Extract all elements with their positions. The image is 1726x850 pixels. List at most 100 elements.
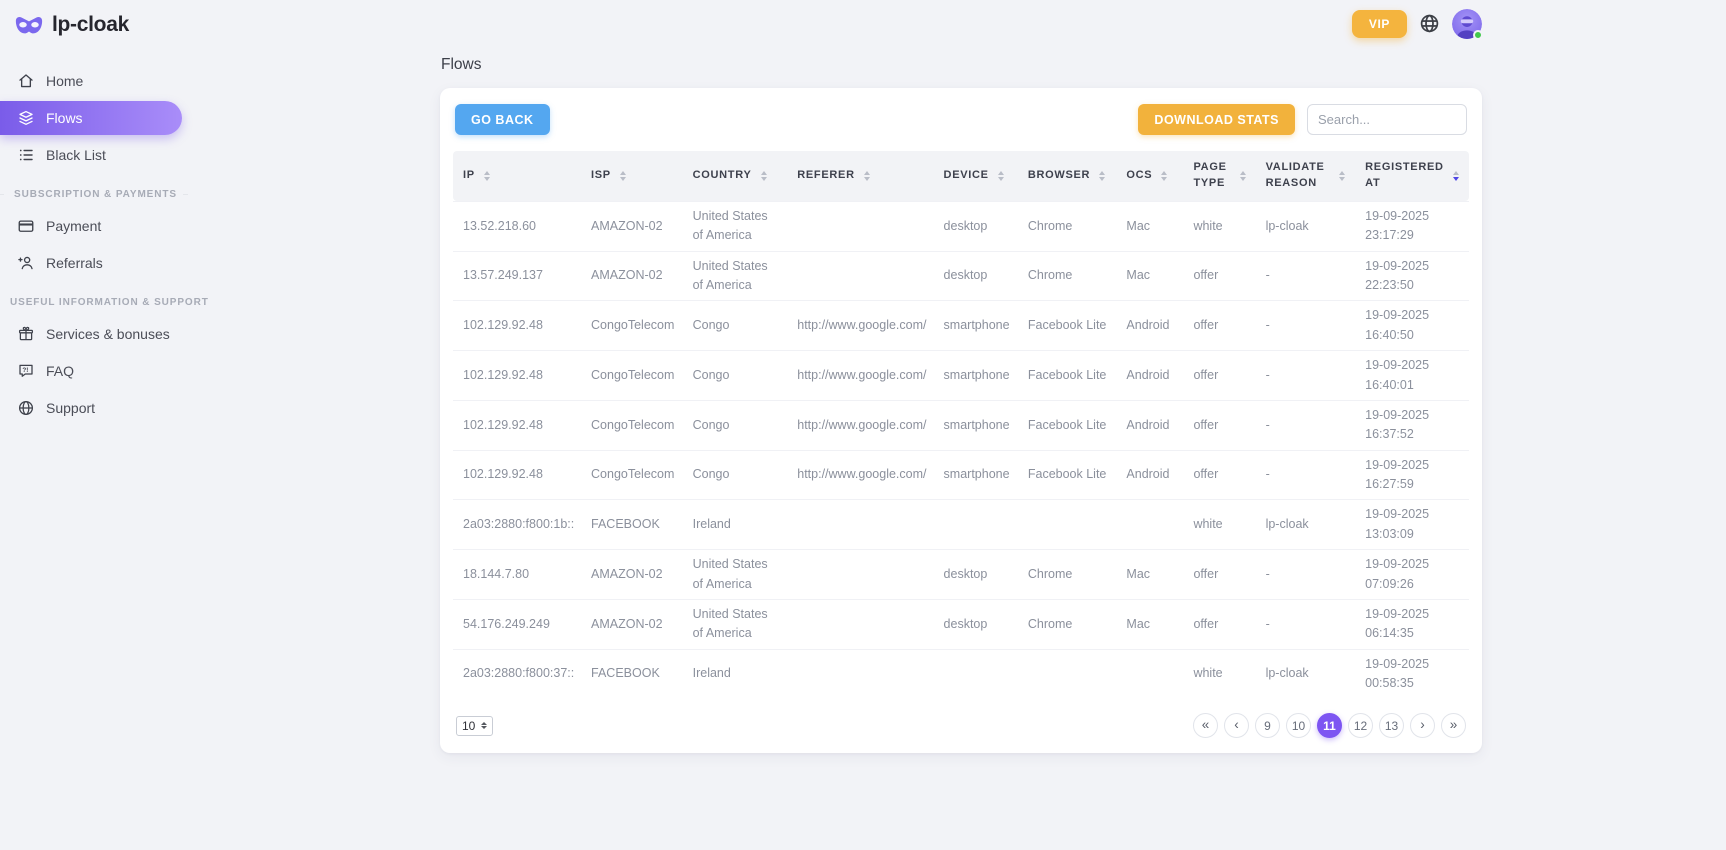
sidebar-item-label: Services & bonuses — [46, 326, 170, 342]
table-row: 2a03:2880:f800:37::FACEBOOKIrelandwhitel… — [453, 649, 1469, 698]
column-header-ocs[interactable]: OCS — [1116, 151, 1183, 201]
column-header-country[interactable]: COUNTRY — [683, 151, 788, 201]
page-size-value: 10 — [462, 719, 475, 733]
cell-referer: http://www.google.com/ — [787, 450, 933, 500]
cell-device: desktop — [934, 599, 1018, 649]
user-avatar[interactable] — [1452, 9, 1482, 39]
sort-icon — [761, 171, 767, 181]
section-divider — [183, 194, 188, 195]
sidebar: lp-cloak Home Flows — [0, 0, 200, 428]
cell-ocs: Mac — [1116, 550, 1183, 600]
cell-isp: FACEBOOK — [581, 649, 683, 698]
sidebar-item-faq[interactable]: ?! FAQ — [0, 354, 200, 388]
sort-icon — [998, 171, 1004, 181]
page-button-9[interactable]: 9 — [1255, 713, 1280, 738]
cell-page_type: offer — [1183, 450, 1255, 500]
cell-registered_at: 19-09-2025 22:23:50 — [1355, 251, 1469, 301]
sidebar-item-home[interactable]: Home — [0, 64, 200, 98]
column-header-page_type[interactable]: PAGE TYPE — [1183, 151, 1255, 201]
cell-validate_reason: - — [1256, 351, 1356, 401]
cell-registered_at: 19-09-2025 07:09:26 — [1355, 550, 1469, 600]
table-row: 54.176.249.249AMAZON-02United States of … — [453, 599, 1469, 649]
gift-icon — [17, 325, 35, 343]
cell-browser — [1018, 500, 1117, 550]
column-header-referer[interactable]: REFERER — [787, 151, 933, 201]
cell-page_type: offer — [1183, 599, 1255, 649]
sidebar-item-black-list[interactable]: Black List — [0, 138, 200, 172]
cell-referer — [787, 500, 933, 550]
column-header-ip[interactable]: IP — [453, 151, 581, 201]
column-header-isp[interactable]: ISP — [581, 151, 683, 201]
cell-country: Congo — [683, 351, 788, 401]
column-header-validate_reason[interactable]: VALIDATE REASON — [1256, 151, 1356, 201]
cell-page_type: offer — [1183, 550, 1255, 600]
sidebar-section-useful-info-support: USEFUL INFORMATION & SUPPORT — [0, 297, 188, 308]
cell-browser: Facebook Lite — [1018, 400, 1117, 450]
cell-referer — [787, 550, 933, 600]
cell-isp: AMAZON-02 — [581, 251, 683, 301]
cell-country: Congo — [683, 400, 788, 450]
page-size-select[interactable]: 10 — [456, 716, 493, 736]
first-page-button[interactable]: « — [1193, 713, 1218, 738]
table-footer: 10 «‹910111213›» — [456, 713, 1466, 738]
cell-isp: CongoTelecom — [581, 450, 683, 500]
cell-device: smartphone — [934, 301, 1018, 351]
cell-referer — [787, 201, 933, 251]
column-header-device[interactable]: DEVICE — [934, 151, 1018, 201]
next-page-button[interactable]: › — [1410, 713, 1435, 738]
cell-referer — [787, 649, 933, 698]
cell-browser: Chrome — [1018, 599, 1117, 649]
cell-browser: Chrome — [1018, 550, 1117, 600]
sidebar-item-payment[interactable]: Payment — [0, 209, 200, 243]
flows-table: IP ISP COUNTRY REFERERDEVICE BROWSER OCS PAGE … — [453, 151, 1469, 698]
column-header-registered_at[interactable]: REGISTERED AT — [1355, 151, 1469, 201]
search-input[interactable] — [1307, 104, 1467, 135]
table-row: 102.129.92.48CongoTelecomCongohttp://www… — [453, 301, 1469, 351]
column-label: PAGE TYPE — [1193, 160, 1230, 192]
sort-icon — [1240, 171, 1246, 181]
table-row: 102.129.92.48CongoTelecomCongohttp://www… — [453, 400, 1469, 450]
sidebar-item-services-bonuses[interactable]: Services & bonuses — [0, 317, 200, 351]
language-globe-icon[interactable] — [1419, 13, 1440, 34]
cell-page_type: white — [1183, 649, 1255, 698]
cell-referer: http://www.google.com/ — [787, 400, 933, 450]
column-label: BROWSER — [1028, 168, 1090, 184]
page-button-11[interactable]: 11 — [1317, 713, 1342, 738]
page-button-13[interactable]: 13 — [1379, 713, 1404, 738]
column-label: ISP — [591, 168, 611, 184]
cell-ip: 2a03:2880:f800:37:: — [453, 649, 581, 698]
cell-page_type: offer — [1183, 301, 1255, 351]
last-page-button[interactable]: » — [1441, 713, 1466, 738]
cell-device — [934, 649, 1018, 698]
cell-device: smartphone — [934, 400, 1018, 450]
cell-device: desktop — [934, 201, 1018, 251]
go-back-button[interactable]: GO BACK — [455, 104, 550, 135]
cell-referer: http://www.google.com/ — [787, 301, 933, 351]
column-header-browser[interactable]: BROWSER — [1018, 151, 1117, 201]
sidebar-item-support[interactable]: Support — [0, 391, 200, 425]
sort-icon — [1453, 171, 1459, 181]
cell-device — [934, 500, 1018, 550]
page-button-10[interactable]: 10 — [1286, 713, 1311, 738]
online-status-dot — [1473, 30, 1483, 40]
support-globe-icon — [17, 399, 35, 417]
cell-browser: Facebook Lite — [1018, 450, 1117, 500]
column-label: REGISTERED AT — [1365, 160, 1444, 192]
download-stats-button[interactable]: DOWNLOAD STATS — [1138, 104, 1295, 135]
vip-button[interactable]: VIP — [1352, 10, 1407, 38]
column-label: COUNTRY — [693, 168, 752, 184]
cell-validate_reason: lp-cloak — [1256, 649, 1356, 698]
page-button-12[interactable]: 12 — [1348, 713, 1373, 738]
credit-card-icon — [17, 217, 35, 235]
cell-ip: 2a03:2880:f800:1b:: — [453, 500, 581, 550]
table-row: 102.129.92.48CongoTelecomCongohttp://www… — [453, 351, 1469, 401]
brand[interactable]: lp-cloak — [0, 0, 200, 37]
cell-browser: Chrome — [1018, 251, 1117, 301]
sidebar-item-referrals[interactable]: Referrals — [0, 246, 200, 280]
cell-country: Congo — [683, 450, 788, 500]
cell-isp: AMAZON-02 — [581, 599, 683, 649]
sidebar-item-flows[interactable]: Flows — [0, 101, 182, 135]
cell-ip: 102.129.92.48 — [453, 301, 581, 351]
sort-icon — [620, 171, 626, 181]
prev-page-button[interactable]: ‹ — [1224, 713, 1249, 738]
